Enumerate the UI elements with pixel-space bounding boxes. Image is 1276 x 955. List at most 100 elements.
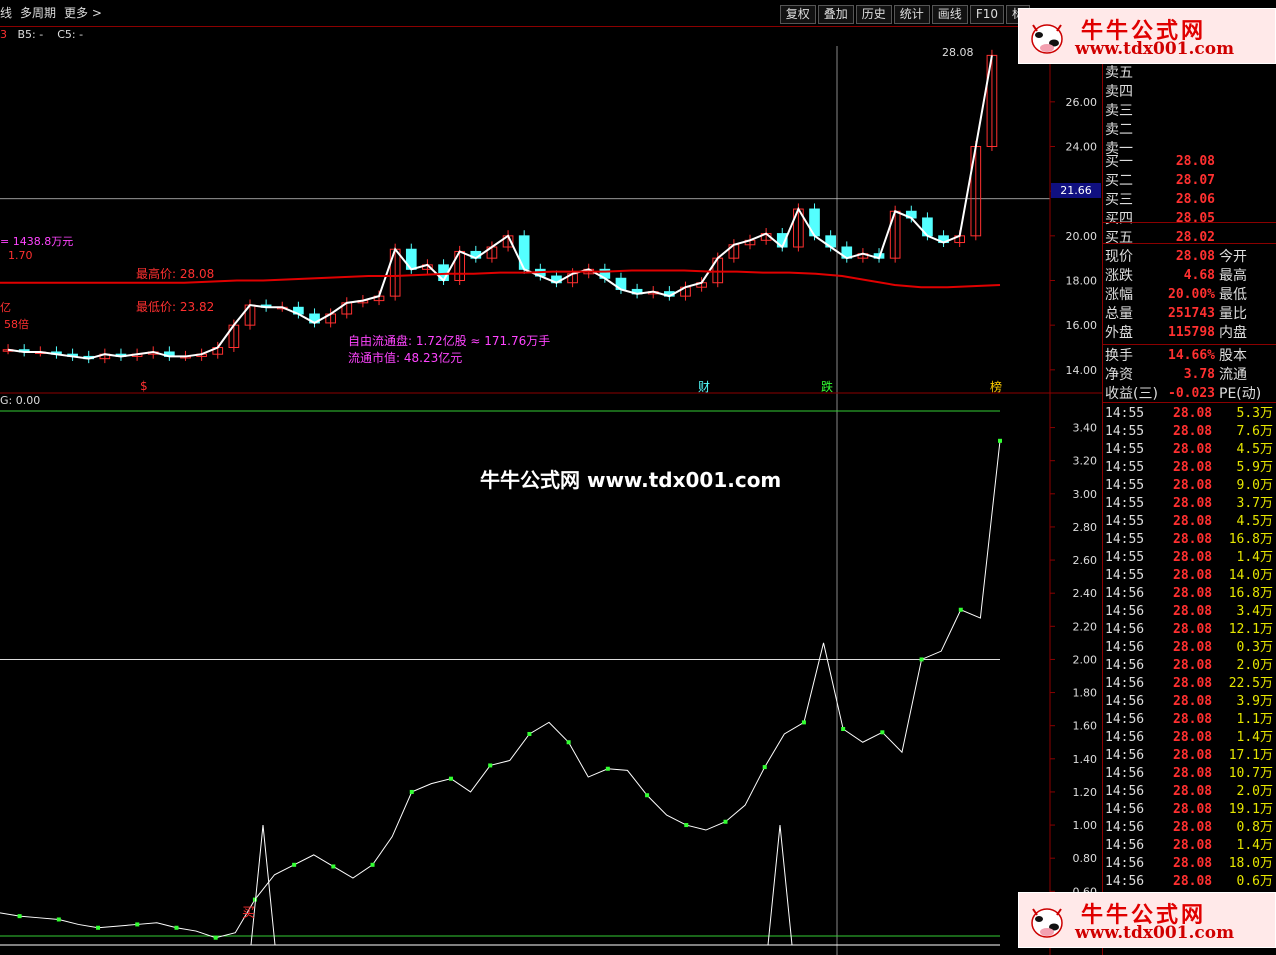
tick-row[interactable]: 14:56 28.08 16.8万 xyxy=(1105,585,1275,603)
tick-price: 28.08 xyxy=(1173,622,1213,637)
indicator-dot xyxy=(448,776,453,781)
stat-row: 净资 3.78 流通 xyxy=(1105,366,1275,384)
tick-row[interactable]: 14:55 28.08 16.8万 xyxy=(1105,531,1275,549)
sub-y-tick-label: 3.40 xyxy=(1073,422,1098,435)
float-cap-note: 流通市值: 48.23亿元 xyxy=(348,351,463,365)
stat-row-value: 14.66% xyxy=(1168,348,1215,363)
buy-row: 买二 28.07 xyxy=(1105,172,1275,190)
sub-y-tick-label: 3.20 xyxy=(1073,455,1098,468)
tick-row[interactable]: 14:56 28.08 17.1万 xyxy=(1105,747,1275,765)
tick-row[interactable]: 14:55 28.08 4.5万 xyxy=(1105,441,1275,459)
panel-divider xyxy=(1103,344,1276,345)
indicator-dot xyxy=(801,720,806,725)
stat-row-key2: 流通 xyxy=(1219,367,1247,383)
tick-time: 14:55 xyxy=(1105,496,1145,511)
tick-price: 28.08 xyxy=(1173,460,1213,475)
tick-row[interactable]: 14:56 28.08 0.8万 xyxy=(1105,819,1275,837)
toolbar-button-1[interactable]: 叠加 xyxy=(817,5,854,24)
tick-time: 14:55 xyxy=(1105,406,1145,421)
stat-row-key: 外盘 xyxy=(1105,325,1133,341)
tick-time: 14:56 xyxy=(1105,838,1145,853)
sell-row-key: 卖二 xyxy=(1105,122,1133,138)
tick-row[interactable]: 14:55 28.08 14.0万 xyxy=(1105,567,1275,585)
indicator-dot xyxy=(174,925,179,930)
tick-time: 14:55 xyxy=(1105,514,1145,529)
tick-price: 28.08 xyxy=(1173,838,1213,853)
indicator-dot xyxy=(96,925,101,930)
buy-row: 买一 28.08 xyxy=(1105,153,1275,171)
tick-row[interactable]: 14:55 28.08 7.6万 xyxy=(1105,423,1275,441)
tick-row[interactable]: 14:56 28.08 3.9万 xyxy=(1105,693,1275,711)
toolbar-item-0[interactable]: 线 xyxy=(0,6,12,20)
toolbar-item-1[interactable]: 多周期 xyxy=(20,6,56,20)
tick-row[interactable]: 14:56 28.08 1.1万 xyxy=(1105,711,1275,729)
tick-volume: 7.6万 xyxy=(1236,424,1273,439)
tick-volume: 14.0万 xyxy=(1228,568,1273,583)
tick-volume: 9.0万 xyxy=(1236,478,1273,493)
indicator-dot xyxy=(841,727,846,731)
tick-row[interactable]: 14:56 28.08 2.0万 xyxy=(1105,657,1275,675)
toolbar-button-4[interactable]: 画线 xyxy=(931,5,968,24)
stat-row-key: 涨幅 xyxy=(1105,287,1133,303)
stat-row-value: 4.68 xyxy=(1183,268,1215,283)
buy-row-value: 28.06 xyxy=(1175,192,1215,207)
tick-time: 14:56 xyxy=(1105,856,1145,871)
tick-price: 28.08 xyxy=(1173,604,1213,619)
tick-row[interactable]: 14:56 28.08 1.4万 xyxy=(1105,837,1275,855)
high-price-note: 最高价: 28.08 xyxy=(136,267,215,281)
tick-row[interactable]: 14:56 28.08 22.5万 xyxy=(1105,675,1275,693)
tick-row[interactable]: 14:56 28.08 10.7万 xyxy=(1105,765,1275,783)
buy-row-key: 买四 xyxy=(1105,211,1133,227)
tick-volume: 17.1万 xyxy=(1228,748,1273,763)
y-tick-label: 14.00 xyxy=(1066,364,1098,377)
toolbar-button-3[interactable]: 统计 xyxy=(893,5,930,24)
toolbar-buttons: 复权叠加历史统计画线F10标 xyxy=(779,5,1030,24)
toolbar-button-5[interactable]: F10 xyxy=(969,5,1004,24)
tick-row[interactable]: 14:55 28.08 3.7万 xyxy=(1105,495,1275,513)
tick-row[interactable]: 14:56 28.08 2.0万 xyxy=(1105,783,1275,801)
tick-row[interactable]: 14:56 28.08 12.1万 xyxy=(1105,621,1275,639)
site-logo-top: 牛牛公式网 www.tdx001.com xyxy=(1018,8,1276,64)
indicator-dot xyxy=(880,730,885,735)
panel-divider xyxy=(1103,402,1276,403)
toolbar-button-0[interactable]: 复权 xyxy=(779,5,816,24)
stat-row-key2: 内盘 xyxy=(1219,325,1247,341)
site-logo-bottom: 牛牛公式网 www.tdx001.com xyxy=(1018,892,1276,948)
buy-row-value: 28.08 xyxy=(1175,154,1215,169)
stat-row: 涨幅 20.00% 最低 xyxy=(1105,286,1275,304)
tick-price: 28.08 xyxy=(1173,568,1213,583)
tick-row[interactable]: 14:55 28.08 1.4万 xyxy=(1105,549,1275,567)
tick-row[interactable]: 14:56 28.08 19.1万 xyxy=(1105,801,1275,819)
tick-time: 14:55 xyxy=(1105,550,1145,565)
tick-row[interactable]: 14:55 28.08 9.0万 xyxy=(1105,477,1275,495)
toolbar-left-items: 线多周期 更多 > xyxy=(0,0,110,26)
buy-row: 买三 28.06 xyxy=(1105,191,1275,209)
stat-row-key2: 最低 xyxy=(1219,287,1247,303)
tick-volume: 16.8万 xyxy=(1228,586,1273,601)
tick-time: 14:56 xyxy=(1105,676,1145,691)
stat-row-key: 涨跌 xyxy=(1105,268,1133,284)
tick-volume: 0.6万 xyxy=(1236,874,1273,889)
panel-divider xyxy=(1103,243,1276,244)
tick-price: 28.08 xyxy=(1173,550,1213,565)
stat-row-key2: 股本 xyxy=(1219,348,1247,364)
tick-row[interactable]: 14:56 28.08 3.4万 xyxy=(1105,603,1275,621)
tick-price: 28.08 xyxy=(1173,874,1213,889)
stat-row: 收益(三) -0.023 PE(动) xyxy=(1105,385,1275,403)
chart-toolbar: 线多周期更多 > 复权叠加历史统计画线F10标 xyxy=(0,0,1030,27)
toolbar-item-2[interactable]: 更多 > xyxy=(64,6,102,20)
indicator-dot xyxy=(331,864,336,869)
tick-time: 14:56 xyxy=(1105,604,1145,619)
sub-y-tick-label: 1.60 xyxy=(1073,720,1098,733)
tick-row[interactable]: 14:56 28.08 0.6万 xyxy=(1105,873,1275,891)
tick-row[interactable]: 14:55 28.08 5.9万 xyxy=(1105,459,1275,477)
tick-row[interactable]: 14:56 28.08 1.4万 xyxy=(1105,729,1275,747)
tick-price: 28.08 xyxy=(1173,856,1213,871)
tick-row[interactable]: 14:56 28.08 18.0万 xyxy=(1105,855,1275,873)
sub-y-tick-label: 2.80 xyxy=(1073,521,1098,534)
tick-row[interactable]: 14:55 28.08 5.3万 xyxy=(1105,405,1275,423)
tick-row[interactable]: 14:56 28.08 0.3万 xyxy=(1105,639,1275,657)
toolbar-button-2[interactable]: 历史 xyxy=(855,5,892,24)
tick-time: 14:56 xyxy=(1105,586,1145,601)
tick-row[interactable]: 14:55 28.08 4.5万 xyxy=(1105,513,1275,531)
